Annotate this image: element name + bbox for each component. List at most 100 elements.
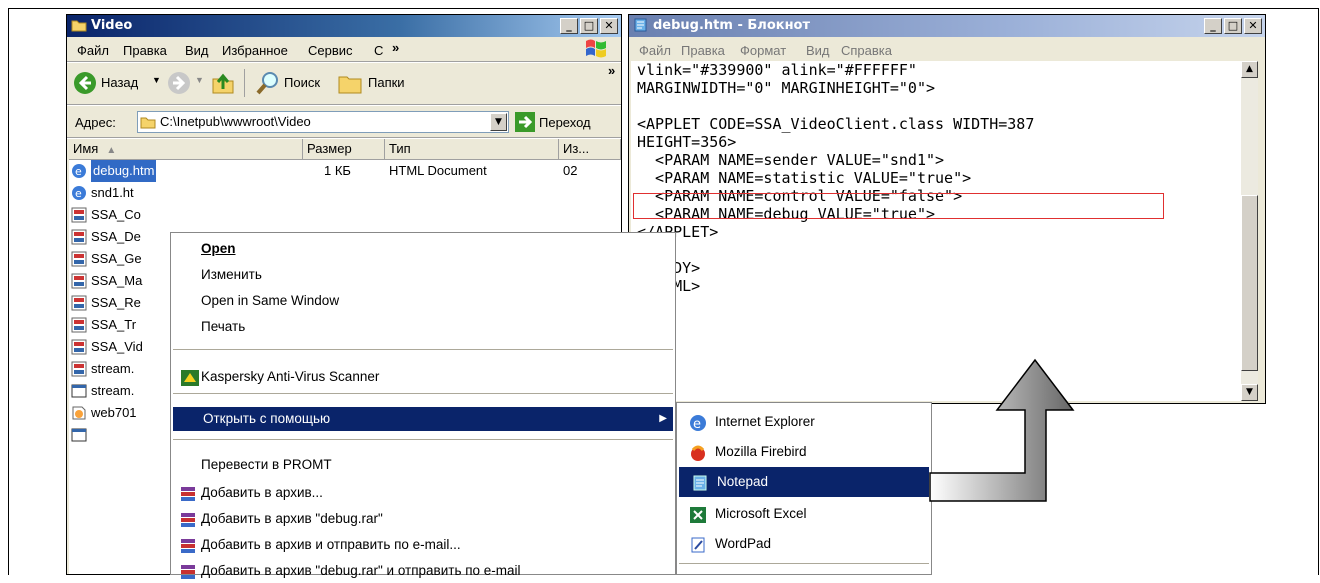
submenu-arrow-icon: ▶ bbox=[659, 413, 667, 424]
back-dropdown-icon[interactable]: ▼ bbox=[152, 75, 161, 85]
menu-item-edit[interactable]: Изменить bbox=[171, 263, 675, 287]
menu-view[interactable]: Вид bbox=[185, 43, 209, 58]
table-row[interactable]: e debug.htm 1 КБ HTML Document 02 bbox=[69, 160, 621, 182]
folders-icon[interactable] bbox=[337, 71, 363, 95]
search-button[interactable]: Поиск bbox=[284, 75, 320, 90]
explorer-titlebar[interactable]: Video _ □ ✕ bbox=[67, 15, 621, 37]
submenu-item-internet-explorer[interactable]: e Internet Explorer bbox=[677, 407, 931, 437]
search-icon[interactable] bbox=[255, 70, 281, 96]
file-name: SSA_Ma bbox=[91, 273, 143, 288]
winrar-icon bbox=[181, 487, 195, 501]
file-name: SSA_Tr bbox=[91, 317, 137, 332]
go-arrow-icon[interactable] bbox=[515, 112, 535, 132]
menu-file[interactable]: Файл bbox=[639, 43, 671, 58]
notepad-text-area[interactable]: vlink="#339900" alink="#FFFFFF" MARGINWI… bbox=[631, 61, 1241, 401]
submenu-item-excel[interactable]: Microsoft Excel bbox=[677, 499, 931, 529]
minimize-button[interactable]: _ bbox=[1204, 18, 1222, 34]
menu-item-add-archive-email[interactable]: Добавить в архив и отправить по e-mail..… bbox=[171, 533, 675, 557]
toolbar-overflow[interactable]: » bbox=[608, 63, 615, 78]
winrar-icon bbox=[181, 513, 195, 527]
address-input[interactable]: C:\Inetpub\wwwroot\Video bbox=[160, 114, 311, 129]
context-menu: Open Изменить Open in Same Window Печать… bbox=[170, 232, 676, 579]
explorer-title: Video bbox=[91, 18, 133, 33]
menu-overflow[interactable]: » bbox=[392, 40, 399, 55]
back-arrow-icon[interactable] bbox=[73, 71, 97, 95]
file-name: debug.htm bbox=[91, 160, 157, 182]
file-name: web701 bbox=[91, 405, 137, 420]
menu-item-open[interactable]: Open bbox=[171, 237, 675, 261]
list-item[interactable]: SSA_De bbox=[69, 226, 179, 248]
list-item[interactable]: SSA_Vid bbox=[69, 336, 179, 358]
list-item[interactable]: SSA_Re bbox=[69, 292, 179, 314]
menu-edit[interactable]: Правка bbox=[123, 43, 167, 58]
scroll-thumb[interactable] bbox=[1241, 195, 1258, 371]
up-folder-icon[interactable] bbox=[211, 71, 235, 95]
menu-item-add-debug-rar-email[interactable]: Добавить в архив "debug.rar" и отправить… bbox=[171, 559, 675, 583]
explorer-menubar: Файл Правка Вид Избранное Сервис С » bbox=[67, 39, 621, 61]
menu-tools[interactable]: Сервис bbox=[308, 43, 353, 58]
svg-text:e: e bbox=[75, 187, 82, 200]
column-type[interactable]: Тип bbox=[385, 139, 559, 159]
maximize-button[interactable]: □ bbox=[1224, 18, 1242, 34]
scroll-up-button[interactable]: ▲ bbox=[1241, 61, 1258, 78]
folders-button[interactable]: Папки bbox=[368, 75, 405, 90]
menu-edit[interactable]: Правка bbox=[681, 43, 725, 58]
maximize-button[interactable]: □ bbox=[580, 18, 598, 34]
menu-item-promt[interactable]: Перевести в PROMT bbox=[171, 453, 675, 477]
generic-file-icon bbox=[71, 384, 87, 398]
windows-logo-icon bbox=[586, 39, 606, 58]
file-name: SSA_Co bbox=[91, 207, 141, 222]
menu-format[interactable]: Формат bbox=[740, 43, 786, 58]
wordpad-icon bbox=[691, 537, 705, 553]
text-line: HEIGHT=356> bbox=[637, 133, 737, 151]
menu-item-kaspersky[interactable]: Kaspersky Anti-Virus Scanner bbox=[171, 365, 675, 389]
column-size[interactable]: Размер bbox=[303, 139, 385, 159]
menu-help[interactable]: С bbox=[374, 43, 383, 58]
list-item[interactable]: web701 bbox=[69, 402, 179, 424]
list-item[interactable]: SSA_Ma bbox=[69, 270, 179, 292]
java-class-file-icon bbox=[71, 207, 87, 223]
menu-item-add-debug-rar[interactable]: Добавить в архив "debug.rar" bbox=[171, 507, 675, 531]
file-type: HTML Document bbox=[389, 163, 487, 178]
vertical-scrollbar[interactable]: ▲ ▼ bbox=[1241, 61, 1258, 401]
column-name[interactable]: Имя ▲ bbox=[69, 139, 303, 159]
list-item[interactable]: SSA_Ge bbox=[69, 248, 179, 270]
scroll-down-button[interactable]: ▼ bbox=[1241, 384, 1258, 401]
file-size: 1 КБ bbox=[324, 163, 351, 178]
open-with-submenu: e Internet Explorer Mozilla Firebird Not… bbox=[676, 402, 932, 575]
close-button[interactable]: ✕ bbox=[1244, 18, 1262, 34]
address-dropdown-button[interactable]: ▼ bbox=[490, 113, 507, 131]
svg-text:e: e bbox=[75, 165, 82, 178]
minimize-button[interactable]: _ bbox=[560, 18, 578, 34]
submenu-item-notepad[interactable]: Notepad bbox=[679, 467, 929, 497]
address-label: Адрес: bbox=[75, 115, 116, 130]
menu-item-print[interactable]: Печать bbox=[171, 315, 675, 339]
menu-item-open-same-window[interactable]: Open in Same Window bbox=[171, 289, 675, 313]
menu-view[interactable]: Вид bbox=[806, 43, 830, 58]
notepad-icon bbox=[693, 475, 707, 491]
list-item[interactable]: stream. bbox=[69, 380, 179, 402]
list-item[interactable]: SSA_Co bbox=[69, 204, 179, 226]
svg-text:e: e bbox=[693, 417, 701, 432]
column-modified[interactable]: Из... bbox=[559, 139, 621, 159]
list-item[interactable] bbox=[69, 424, 179, 446]
close-button[interactable]: ✕ bbox=[600, 18, 618, 34]
menu-item-open-with[interactable]: Открыть с помощью ▶ bbox=[173, 407, 673, 431]
list-item[interactable]: stream. bbox=[69, 358, 179, 380]
submenu-item-mozilla-firebird[interactable]: Mozilla Firebird bbox=[677, 437, 931, 467]
submenu-item-wordpad[interactable]: WordPad bbox=[677, 529, 931, 559]
notepad-titlebar[interactable]: debug.htm - Блокнот _ □ ✕ bbox=[629, 15, 1265, 37]
menu-file[interactable]: Файл bbox=[77, 43, 109, 58]
menu-help[interactable]: Справка bbox=[841, 43, 892, 58]
go-button[interactable]: Переход bbox=[539, 115, 591, 130]
forward-dropdown-icon[interactable]: ▼ bbox=[195, 75, 204, 85]
menu-favorites[interactable]: Избранное bbox=[222, 43, 288, 58]
back-button[interactable]: Назад bbox=[101, 75, 138, 90]
notepad-menubar: Файл Правка Формат Вид Справка bbox=[629, 39, 1265, 61]
winrar-icon bbox=[181, 565, 195, 579]
menu-item-add-archive[interactable]: Добавить в архив... bbox=[171, 481, 675, 505]
address-combobox[interactable]: C:\Inetpub\wwwroot\Video ▼ bbox=[137, 111, 509, 133]
list-item[interactable]: e snd1.ht bbox=[69, 182, 179, 204]
forward-arrow-icon[interactable] bbox=[167, 71, 191, 95]
list-item[interactable]: SSA_Tr bbox=[69, 314, 179, 336]
